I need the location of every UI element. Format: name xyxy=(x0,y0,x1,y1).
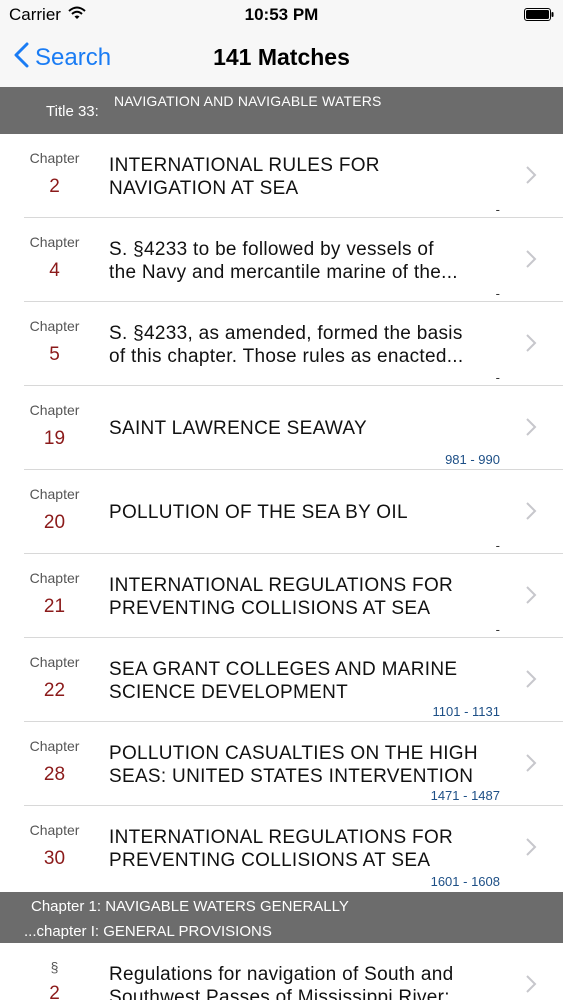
row-text-line1: INTERNATIONAL REGULATIONS FOR xyxy=(109,575,454,596)
list-item[interactable]: Chapter 4 S. §4233 to be followed by ves… xyxy=(0,218,563,302)
row-number: 30 xyxy=(43,848,66,869)
section-title-prefix: Title 33: xyxy=(46,103,99,120)
row-text: SEA GRANT COLLEGES AND MARINE SCIENCE DE… xyxy=(109,658,509,704)
row-number: 5 xyxy=(49,344,60,365)
section-header-title-33: Title 33: NAVIGATION AND NAVIGABLE WATER… xyxy=(0,87,563,134)
row-number: 20 xyxy=(43,512,66,533)
row-text-line1: SEA GRANT COLLEGES AND MARINE xyxy=(109,659,458,680)
row-text-line2: SEAS: UNITED STATES INTERVENTION xyxy=(109,766,474,787)
row-number: 19 xyxy=(43,428,66,449)
chevron-right-icon xyxy=(525,585,537,610)
row-text: POLLUTION OF THE SEA BY OIL xyxy=(109,501,509,524)
chevron-right-icon xyxy=(525,837,537,862)
row-text: S. §4233, as amended, formed the basis o… xyxy=(109,322,509,368)
chevron-right-icon xyxy=(525,165,537,190)
chevron-right-icon xyxy=(525,417,537,442)
list-item[interactable]: Chapter 30 INTERNATIONAL REGULATIONS FOR… xyxy=(0,806,563,892)
list-item[interactable]: § 2 Regulations for navigation of South … xyxy=(0,943,563,1000)
navigation-bar: Search 141 Matches xyxy=(0,30,563,87)
row-text: SAINT LAWRENCE SEAWAY xyxy=(109,417,509,440)
list-item[interactable]: Chapter 19 SAINT LAWRENCE SEAWAY 981 - 9… xyxy=(0,386,563,470)
row-range: - xyxy=(495,370,500,385)
row-range: - xyxy=(495,538,500,553)
row-text: Regulations for navigation of South and … xyxy=(109,963,509,1000)
row-kind: Chapter xyxy=(29,570,80,586)
row-range: 1601 - 1608 xyxy=(430,874,500,889)
row-text: INTERNATIONAL REGULATIONS FOR PREVENTING… xyxy=(109,826,509,872)
clock: 10:53 PM xyxy=(244,5,319,24)
chevron-right-icon xyxy=(525,249,537,274)
row-text-line1: Regulations for navigation of South and xyxy=(109,964,454,985)
section-title-line1: Chapter 1: NAVIGABLE WATERS GENERALLY xyxy=(31,898,349,915)
battery-icon xyxy=(524,8,554,21)
row-kind: Chapter xyxy=(29,318,80,334)
section-title-subtitle: NAVIGATION AND NAVIGABLE WATERS xyxy=(114,93,382,109)
row-number: 2 xyxy=(49,983,60,1000)
section-title-line2: ...chapter I: GENERAL PROVISIONS xyxy=(24,923,272,940)
row-number: 21 xyxy=(43,596,66,617)
status-bar: Carrier 10:53 PM xyxy=(0,0,563,30)
row-number: 4 xyxy=(49,260,60,281)
list-item[interactable]: Chapter 21 INTERNATIONAL REGULATIONS FOR… xyxy=(0,554,563,638)
list-item[interactable]: Chapter 2 INTERNATIONAL RULES FOR NAVIGA… xyxy=(0,134,563,218)
row-text-line2: PREVENTING COLLISIONS AT SEA xyxy=(109,598,431,619)
chevron-right-icon xyxy=(525,974,537,999)
row-range: 981 - 990 xyxy=(445,452,500,467)
list-item[interactable]: Chapter 5 S. §4233, as amended, formed t… xyxy=(0,302,563,386)
row-text: INTERNATIONAL RULES FOR NAVIGATION AT SE… xyxy=(109,154,509,200)
row-text-line1: INTERNATIONAL RULES FOR xyxy=(109,155,380,176)
row-kind: Chapter xyxy=(29,486,80,502)
row-range: - xyxy=(495,286,500,301)
row-text-line2: the Navy and mercantile marine of the... xyxy=(109,262,458,283)
row-kind: Chapter xyxy=(29,654,80,670)
row-text-line1: S. §4233, as amended, formed the basis xyxy=(109,323,463,344)
chevron-right-icon xyxy=(525,501,537,526)
row-number: 28 xyxy=(43,764,66,785)
row-text: POLLUTION CASUALTIES ON THE HIGH SEAS: U… xyxy=(109,742,509,788)
row-text-line2: NAVIGATION AT SEA xyxy=(109,178,299,199)
row-text-line2: PREVENTING COLLISIONS AT SEA xyxy=(109,850,431,871)
row-text-line2: of this chapter. Those rules as enacted.… xyxy=(109,346,464,367)
row-range: - xyxy=(495,622,500,637)
row-text-line1: INTERNATIONAL REGULATIONS FOR xyxy=(109,827,454,848)
row-number: 2 xyxy=(49,176,60,197)
row-kind: Chapter xyxy=(29,402,80,418)
row-text-line2: SCIENCE DEVELOPMENT xyxy=(109,682,349,703)
list-item[interactable]: Chapter 20 POLLUTION OF THE SEA BY OIL - xyxy=(0,470,563,554)
list-item[interactable]: Chapter 28 POLLUTION CASUALTIES ON THE H… xyxy=(0,722,563,806)
row-number: 22 xyxy=(43,680,66,701)
row-text-line1: POLLUTION CASUALTIES ON THE HIGH xyxy=(109,743,478,764)
row-text-line2: Southwest Passes of Mississippi River; xyxy=(109,987,450,1000)
row-text-line1: SAINT LAWRENCE SEAWAY xyxy=(109,418,367,439)
row-kind: Chapter xyxy=(29,150,80,166)
row-range: - xyxy=(495,202,500,217)
row-kind: § xyxy=(50,959,59,975)
row-text: INTERNATIONAL REGULATIONS FOR PREVENTING… xyxy=(109,574,509,620)
row-range: 1101 - 1131 xyxy=(432,704,500,719)
row-kind: Chapter xyxy=(29,234,80,250)
chevron-right-icon xyxy=(525,333,537,358)
chevron-right-icon xyxy=(525,669,537,694)
row-text-line1: POLLUTION OF THE SEA BY OIL xyxy=(109,502,408,523)
list-item[interactable]: Chapter 22 SEA GRANT COLLEGES AND MARINE… xyxy=(0,638,563,722)
row-kind: Chapter xyxy=(29,822,80,838)
row-kind: Chapter xyxy=(29,738,80,754)
page-title: 141 Matches xyxy=(213,44,350,70)
chevron-right-icon xyxy=(525,753,537,778)
row-text: S. §4233 to be followed by vessels of th… xyxy=(109,238,509,284)
row-text-line1: S. §4233 to be followed by vessels of xyxy=(109,239,434,260)
row-range: 1471 - 1487 xyxy=(430,788,500,803)
section-header-chapter-1: Chapter 1: NAVIGABLE WATERS GENERALLY ..… xyxy=(0,892,563,943)
